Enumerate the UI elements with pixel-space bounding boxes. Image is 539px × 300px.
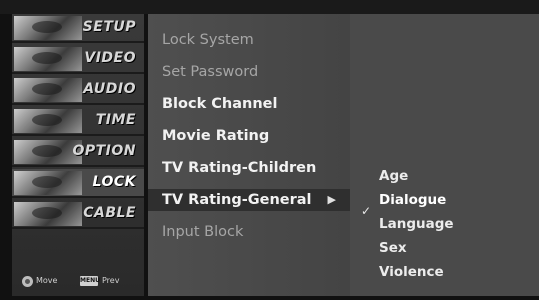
menu-key-icon: MENU [80, 276, 100, 286]
sidebar-item-label: SETUP [82, 19, 136, 35]
sidebar-item-label: VIDEO [84, 50, 136, 66]
move-joystick-icon [22, 276, 33, 287]
submenu-item-language[interactable]: Language [379, 214, 454, 234]
menu-item-tv-rating-children[interactable]: TV Rating-Children [162, 157, 348, 179]
audio-icon [14, 78, 82, 102]
menu-item-lock-system[interactable]: Lock System [162, 29, 348, 51]
move-label: Move [36, 276, 58, 285]
navigation-legend: Move MENU Prev [12, 272, 144, 292]
cable-icon [14, 202, 82, 226]
menu-item-set-password[interactable]: Set Password [162, 61, 348, 83]
lock-menu-panel: Lock System Set Password Block Channel M… [148, 14, 350, 296]
sidebar-item-cable[interactable]: CABLE [12, 200, 144, 229]
time-icon [14, 109, 82, 133]
prev-label: Prev [102, 276, 120, 285]
setup-icon [14, 16, 82, 40]
sidebar-item-lock[interactable]: LOCK [12, 169, 144, 198]
sidebar-item-label: OPTION [72, 143, 136, 159]
sidebar-item-label: CABLE [83, 205, 136, 221]
sidebar-item-audio[interactable]: AUDIO [12, 76, 144, 105]
submenu-item-sex[interactable]: Sex [379, 238, 407, 258]
sidebar-item-setup[interactable]: SETUP [12, 14, 144, 43]
sidebar-item-video[interactable]: VIDEO [12, 45, 144, 74]
sidebar-item-label: AUDIO [83, 81, 136, 97]
sidebar-item-option[interactable]: OPTION [12, 138, 144, 167]
sidebar-item-label: LOCK [92, 174, 136, 190]
lock-icon [14, 171, 82, 195]
top-band [0, 0, 539, 14]
submenu-item-dialogue[interactable]: Dialogue [379, 190, 446, 210]
menu-item-label: TV Rating-General [162, 192, 312, 208]
menu-item-block-channel[interactable]: Block Channel [162, 93, 348, 115]
menu-item-movie-rating[interactable]: Movie Rating [162, 125, 348, 147]
menu-item-tv-rating-general[interactable]: TV Rating-General ▶ [148, 189, 350, 211]
tv-osd-frame: SETUP VIDEO AUDIO TIME OPTION LOCK CABLE [0, 0, 539, 300]
sidebar-item-label: TIME [95, 112, 136, 128]
category-sidebar: SETUP VIDEO AUDIO TIME OPTION LOCK CABLE [12, 14, 144, 296]
rating-submenu-panel: ✓ Age Dialogue Language Sex Violence [350, 14, 539, 296]
checkmark-icon: ✓ [361, 204, 372, 218]
video-icon [14, 47, 82, 71]
submenu-item-age[interactable]: Age [379, 166, 408, 186]
menu-item-input-block[interactable]: Input Block [162, 221, 348, 243]
sidebar-item-time[interactable]: TIME [12, 107, 144, 136]
submenu-arrow-icon: ▶ [327, 193, 336, 206]
submenu-item-violence[interactable]: Violence [379, 262, 444, 282]
